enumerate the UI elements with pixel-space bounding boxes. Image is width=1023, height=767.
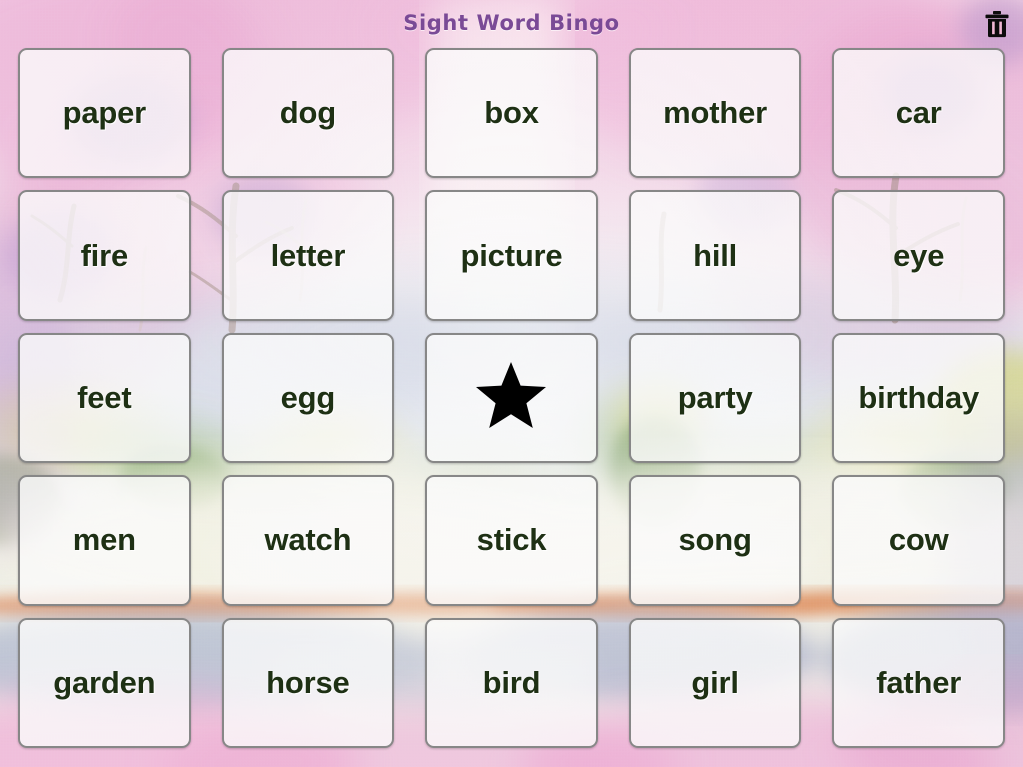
bingo-cell-picture[interactable]: picture <box>425 190 598 321</box>
bingo-cell-girl[interactable]: girl <box>628 617 802 748</box>
bingo-cell-fire[interactable]: fire <box>18 190 191 321</box>
bingo-cell-free-space[interactable]: ★ <box>425 332 598 464</box>
bingo-board: paper dog box mother car fire letter picture hil… <box>18 48 1005 748</box>
bingo-cell-letter[interactable]: letter <box>221 190 395 321</box>
bingo-cell-car[interactable]: car <box>832 48 1005 179</box>
bingo-cell-watch[interactable]: watch <box>221 475 395 606</box>
clear-board-button[interactable] <box>979 6 1015 42</box>
bingo-cell-label: picture <box>460 237 563 273</box>
bingo-cell-label: eye <box>893 237 945 273</box>
bingo-cell-label: cow <box>888 522 949 558</box>
trash-icon <box>985 11 1009 38</box>
bingo-cell-stick[interactable]: stick <box>425 475 598 606</box>
bingo-cell-horse[interactable]: horse <box>221 617 395 748</box>
bingo-cell-dog[interactable]: dog <box>221 48 395 179</box>
bingo-cell-label: stick <box>476 522 547 558</box>
bingo-cell-label: mother <box>663 95 768 131</box>
bingo-cell-box[interactable]: box <box>425 48 598 179</box>
bingo-cell-label: birthday <box>858 379 980 415</box>
page-title: Sight Word Bingo <box>403 11 620 35</box>
bingo-cell-cow[interactable]: cow <box>832 475 1005 606</box>
bingo-cell-men[interactable]: men <box>18 475 191 606</box>
bingo-cell-mother[interactable]: mother <box>628 48 802 179</box>
title-bar: Sight Word Bingo <box>0 0 1023 46</box>
bingo-cell-label: father <box>876 664 962 700</box>
bingo-cell-eye[interactable]: eye <box>832 190 1005 321</box>
star-icon <box>475 360 547 435</box>
bingo-cell-egg[interactable]: egg <box>221 332 395 464</box>
bingo-cell-song[interactable]: song <box>628 475 802 606</box>
bingo-cell-label: box <box>484 95 539 131</box>
bingo-cell-label: feet <box>77 379 132 415</box>
bingo-cell-label: car <box>895 95 942 131</box>
bingo-cell-father[interactable]: father <box>832 617 1005 748</box>
bingo-cell-label: fire <box>80 237 129 273</box>
bingo-cell-label: men <box>72 522 136 558</box>
bingo-cell-label: bird <box>482 664 541 700</box>
bingo-cell-feet[interactable]: feet <box>18 332 191 464</box>
bingo-cell-label: watch <box>264 522 352 558</box>
bingo-cell-label: girl <box>691 664 739 700</box>
bingo-cell-label: letter <box>270 237 346 273</box>
bingo-cell-label: garden <box>53 664 156 700</box>
bingo-cell-label: horse <box>266 664 350 700</box>
bingo-cell-label: hill <box>693 237 738 273</box>
bingo-cell-label: party <box>677 379 753 415</box>
bingo-cell-party[interactable]: party <box>628 332 802 464</box>
bingo-cell-label: egg <box>280 379 336 415</box>
bingo-cell-label: paper <box>62 95 147 131</box>
bingo-cell-label: song <box>678 522 752 558</box>
bingo-cell-birthday[interactable]: birthday <box>832 332 1005 464</box>
bingo-cell-hill[interactable]: hill <box>628 190 802 321</box>
bingo-cell-paper[interactable]: paper <box>18 48 191 179</box>
bingo-cell-bird[interactable]: bird <box>425 617 598 748</box>
bingo-cell-garden[interactable]: garden <box>18 617 191 748</box>
bingo-cell-label: dog <box>279 95 336 131</box>
